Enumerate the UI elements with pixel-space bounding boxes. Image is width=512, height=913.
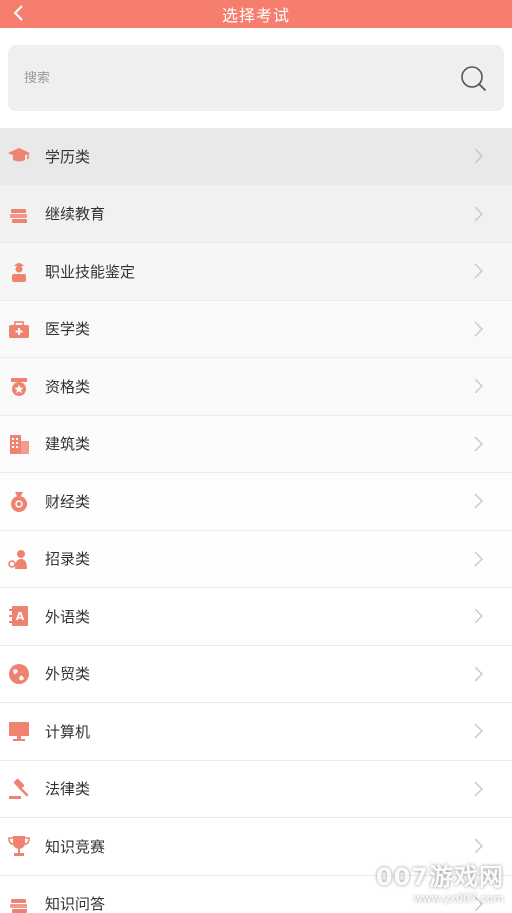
chevron-right-icon: [472, 780, 484, 798]
svg-text:A: A: [16, 610, 25, 623]
search-icon[interactable]: [458, 63, 488, 93]
category-label: 法律类: [45, 780, 91, 799]
category-item[interactable]: 外贸类: [0, 645, 512, 703]
category-label: 学历类: [45, 147, 91, 166]
globe-icon: [7, 662, 31, 686]
category-item[interactable]: 计算机: [0, 703, 512, 761]
category-label: 财经类: [45, 492, 91, 511]
category-item[interactable]: 学历类: [0, 128, 512, 186]
money-bag-icon: [7, 489, 31, 513]
recruit-icon: [7, 547, 31, 571]
category-item[interactable]: 医学类: [0, 300, 512, 358]
books-icon: [7, 202, 31, 226]
qa-books-icon: [7, 892, 31, 913]
search-box[interactable]: [8, 45, 504, 111]
chevron-right-icon: [472, 550, 484, 568]
category-item[interactable]: 职业技能鉴定: [0, 243, 512, 301]
language-book-icon: A: [7, 604, 31, 628]
category-item[interactable]: A 外语类: [0, 588, 512, 646]
category-label: 计算机: [45, 722, 91, 741]
chevron-right-icon: [472, 147, 484, 165]
category-item[interactable]: 继续教育: [0, 185, 512, 243]
category-item[interactable]: 资格类: [0, 358, 512, 416]
header-bar: 选择考试: [0, 0, 512, 28]
graduation-cap-icon: [7, 144, 31, 168]
watermark: 007游戏网 www.yx007.com: [376, 857, 504, 905]
chevron-right-icon: [472, 607, 484, 625]
watermark-url: www.yx007.com: [413, 892, 504, 905]
gavel-icon: [7, 777, 31, 801]
page-title: 选择考试: [221, 6, 290, 25]
medical-kit-icon: [7, 317, 31, 341]
category-label: 建筑类: [45, 435, 91, 454]
chevron-right-icon: [472, 665, 484, 683]
category-label: 招录类: [45, 550, 91, 569]
chevron-right-icon: [472, 320, 484, 338]
category-label: 外语类: [45, 607, 91, 626]
category-list: 学历类继续教育职业技能鉴定 医学类资格类建筑类财经类招录类 A 外语类外贸类计算机法律…: [0, 128, 512, 913]
chevron-right-icon: [472, 262, 484, 280]
monitor-icon: [7, 719, 31, 743]
chevron-right-icon: [472, 837, 484, 855]
chevron-left-icon: [13, 5, 23, 21]
back-button[interactable]: [8, 2, 28, 24]
chevron-right-icon: [472, 722, 484, 740]
category-label: 医学类: [45, 320, 91, 339]
category-label: 资格类: [45, 377, 91, 396]
category-item[interactable]: 财经类: [0, 473, 512, 531]
worker-icon: [7, 259, 31, 283]
watermark-logo-text: 007游戏网: [375, 863, 504, 891]
category-label: 职业技能鉴定: [45, 262, 136, 281]
chevron-right-icon: [472, 205, 484, 223]
badge-icon: [7, 374, 31, 398]
chevron-right-icon: [472, 435, 484, 453]
building-icon: [7, 432, 31, 456]
category-item[interactable]: 招录类: [0, 530, 512, 588]
chevron-right-icon: [472, 492, 484, 510]
category-label: 知识竞赛: [45, 837, 106, 856]
search-input[interactable]: [24, 70, 458, 86]
category-label: 继续教育: [45, 205, 106, 224]
trophy-icon: [7, 834, 31, 858]
category-label: 知识问答: [45, 895, 106, 913]
search-section: [0, 28, 512, 128]
category-item[interactable]: 建筑类: [0, 415, 512, 473]
chevron-right-icon: [472, 377, 484, 395]
category-label: 外贸类: [45, 665, 91, 684]
category-item[interactable]: 法律类: [0, 760, 512, 818]
